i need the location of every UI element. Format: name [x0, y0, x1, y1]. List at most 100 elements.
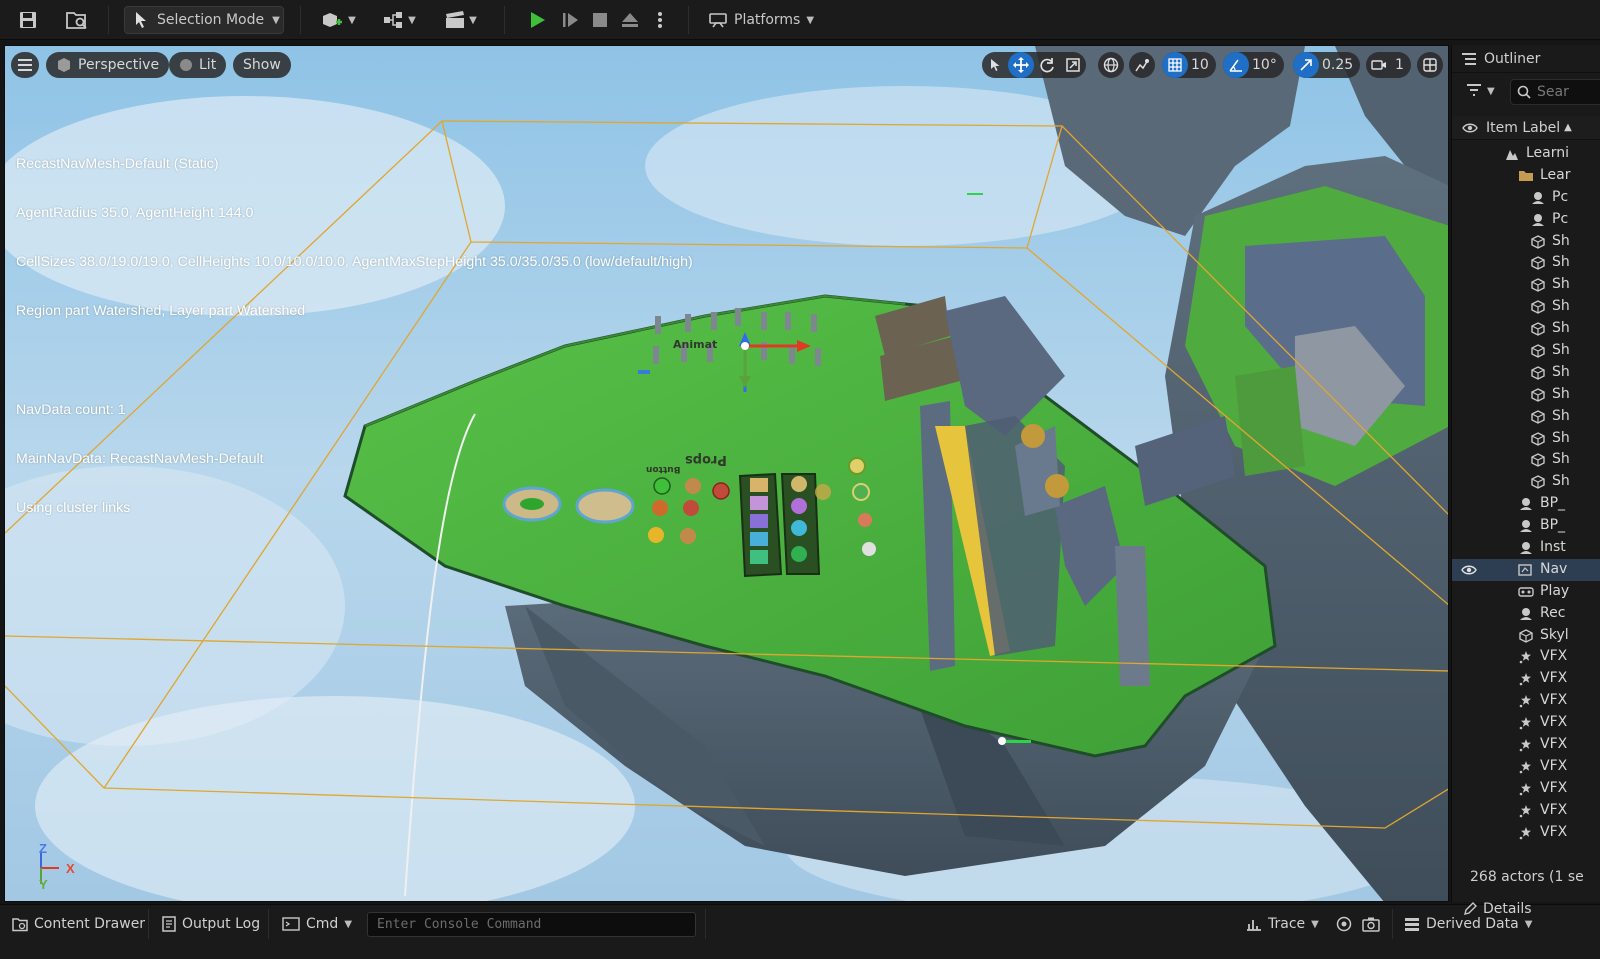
actor-icon [1518, 606, 1534, 622]
surface-snap-toggle[interactable] [1129, 52, 1155, 78]
outliner-row[interactable]: Sh [1452, 384, 1600, 406]
select-tool-icon[interactable] [982, 52, 1008, 78]
translate-tool-icon[interactable] [1008, 52, 1034, 78]
outliner-row[interactable]: VFX [1452, 734, 1600, 756]
content-drawer-label: Content Drawer [34, 916, 146, 932]
view-mode-dropdown[interactable]: Lit [169, 52, 227, 78]
level-viewport[interactable]: Perspective Lit Show 10 10° 0.25 1 Recas… [4, 45, 1449, 902]
outliner-row-label: Pc [1552, 188, 1569, 205]
outliner-row[interactable]: Sh [1452, 296, 1600, 318]
outliner-row[interactable]: VFX [1452, 646, 1600, 668]
outliner-row-label: VFX [1540, 801, 1568, 818]
rotate-tool-icon[interactable] [1034, 52, 1060, 78]
terminal-icon [282, 917, 300, 931]
outliner-row-label: Skyl [1540, 626, 1569, 643]
rotation-snap-value[interactable]: 10° [1249, 57, 1284, 73]
outliner-row[interactable]: VFX [1452, 668, 1600, 690]
outliner-row[interactable]: Inst [1452, 537, 1600, 559]
outliner-row[interactable]: VFX [1452, 778, 1600, 800]
play-options-button[interactable] [650, 6, 670, 34]
outliner-row[interactable]: Pc [1452, 187, 1600, 209]
scale-snap-value[interactable]: 0.25 [1319, 57, 1360, 73]
derived-data-icon [1405, 918, 1419, 931]
perspective-dropdown[interactable]: Perspective [46, 52, 170, 78]
outliner-row[interactable]: Sh [1452, 428, 1600, 450]
actor-icon [1530, 190, 1546, 206]
outliner-row[interactable]: Sh [1452, 471, 1600, 493]
outliner-row[interactable]: BP_ [1452, 515, 1600, 537]
advance-frame-button[interactable] [555, 6, 585, 34]
content-drawer-button[interactable]: Content Drawer [12, 909, 145, 939]
outliner-row[interactable]: Sh [1452, 252, 1600, 274]
camera-speed-button[interactable]: 1 [1366, 52, 1411, 78]
outliner-row[interactable]: Skyl [1452, 625, 1600, 647]
outliner-filter-bar: ▼ Sear [1452, 77, 1600, 107]
outliner-search-input[interactable]: Sear [1510, 79, 1600, 105]
outliner-tab[interactable]: Outliner [1452, 45, 1600, 73]
outliner-row[interactable]: Sh [1452, 362, 1600, 384]
outliner-row[interactable]: Play [1452, 581, 1600, 603]
world-local-toggle[interactable] [1098, 52, 1124, 78]
outliner-row[interactable]: BP_ [1452, 493, 1600, 515]
cinematics-button[interactable]: ▼ [438, 6, 482, 34]
rotation-snap-toggle[interactable]: 10° [1223, 52, 1284, 78]
blueprint-button[interactable]: ▼ [378, 6, 420, 34]
viewport-options-button[interactable] [11, 52, 39, 78]
stop-icon [593, 13, 607, 27]
outliner-row[interactable]: Pc [1452, 209, 1600, 231]
outliner-row[interactable]: Learni [1452, 143, 1600, 165]
lit-sphere-icon [180, 59, 192, 71]
outliner-row[interactable]: VFX [1452, 822, 1600, 844]
perspective-label: Perspective [78, 57, 160, 73]
play-button[interactable] [522, 6, 552, 34]
filter-button[interactable]: ▼ [1466, 84, 1495, 98]
save-icon[interactable] [14, 6, 42, 34]
show-dropdown[interactable]: Show [233, 52, 291, 78]
content-browser-icon[interactable] [62, 6, 92, 34]
outliner-row[interactable]: Sh [1452, 449, 1600, 471]
grid-snap-value[interactable]: 10 [1188, 57, 1216, 73]
outliner-row[interactable]: Sh [1452, 318, 1600, 340]
stop-button[interactable] [586, 6, 614, 34]
outliner-row[interactable]: Lear [1452, 165, 1600, 187]
eject-icon [622, 13, 638, 27]
outliner-row-label: VFX [1540, 823, 1568, 840]
outliner-row[interactable]: VFX [1452, 756, 1600, 778]
outliner-row[interactable]: Nav [1452, 558, 1600, 581]
scale-tool-icon[interactable] [1060, 52, 1086, 78]
trace-dropdown[interactable]: Trace ▼ [1246, 909, 1319, 939]
outliner-row-label: VFX [1540, 692, 1568, 709]
item-label-column[interactable]: Item Label [1486, 120, 1560, 136]
record-button[interactable] [1336, 909, 1352, 939]
details-label: Details [1483, 901, 1532, 917]
outliner-row-label: Lear [1540, 166, 1571, 183]
outliner-row[interactable]: Sh [1452, 274, 1600, 296]
selection-mode-dropdown[interactable]: Selection Mode ▼ [124, 6, 284, 34]
details-tab[interactable]: Details [1463, 901, 1532, 917]
scale-snap-toggle[interactable]: 0.25 [1293, 52, 1361, 78]
grid-snap-toggle[interactable]: 10 [1162, 52, 1216, 78]
sort-arrow-icon: ▲ [1564, 122, 1572, 133]
outliner-row[interactable]: VFX [1452, 690, 1600, 712]
outliner-row[interactable]: Sh [1452, 340, 1600, 362]
outliner-row[interactable]: Sh [1452, 406, 1600, 428]
button-label: Button [646, 464, 681, 474]
outliner-row[interactable]: Rec [1452, 603, 1600, 625]
platforms-dropdown[interactable]: Platforms ▼ [704, 6, 824, 34]
eye-icon[interactable] [1462, 122, 1478, 134]
add-actor-button[interactable]: ▼ [316, 6, 360, 34]
static-mesh-icon [1530, 431, 1546, 447]
static-mesh-icon [1518, 628, 1534, 644]
console-command-input[interactable]: Enter Console Command [367, 912, 696, 937]
eject-button[interactable] [616, 6, 644, 34]
outliner-row[interactable]: Sh [1452, 231, 1600, 253]
output-log-button[interactable]: Output Log [162, 909, 260, 939]
viewport-layout-button[interactable] [1417, 52, 1443, 78]
outliner-row[interactable]: VFX [1452, 800, 1600, 822]
screenshot-button[interactable] [1362, 909, 1380, 939]
cmd-dropdown[interactable]: Cmd ▼ [282, 909, 352, 939]
static-mesh-icon [1530, 365, 1546, 381]
outliner-row[interactable]: VFX [1452, 712, 1600, 734]
nav-info-line: NavData count: 1 [16, 401, 126, 418]
eye-icon[interactable] [1461, 562, 1477, 578]
